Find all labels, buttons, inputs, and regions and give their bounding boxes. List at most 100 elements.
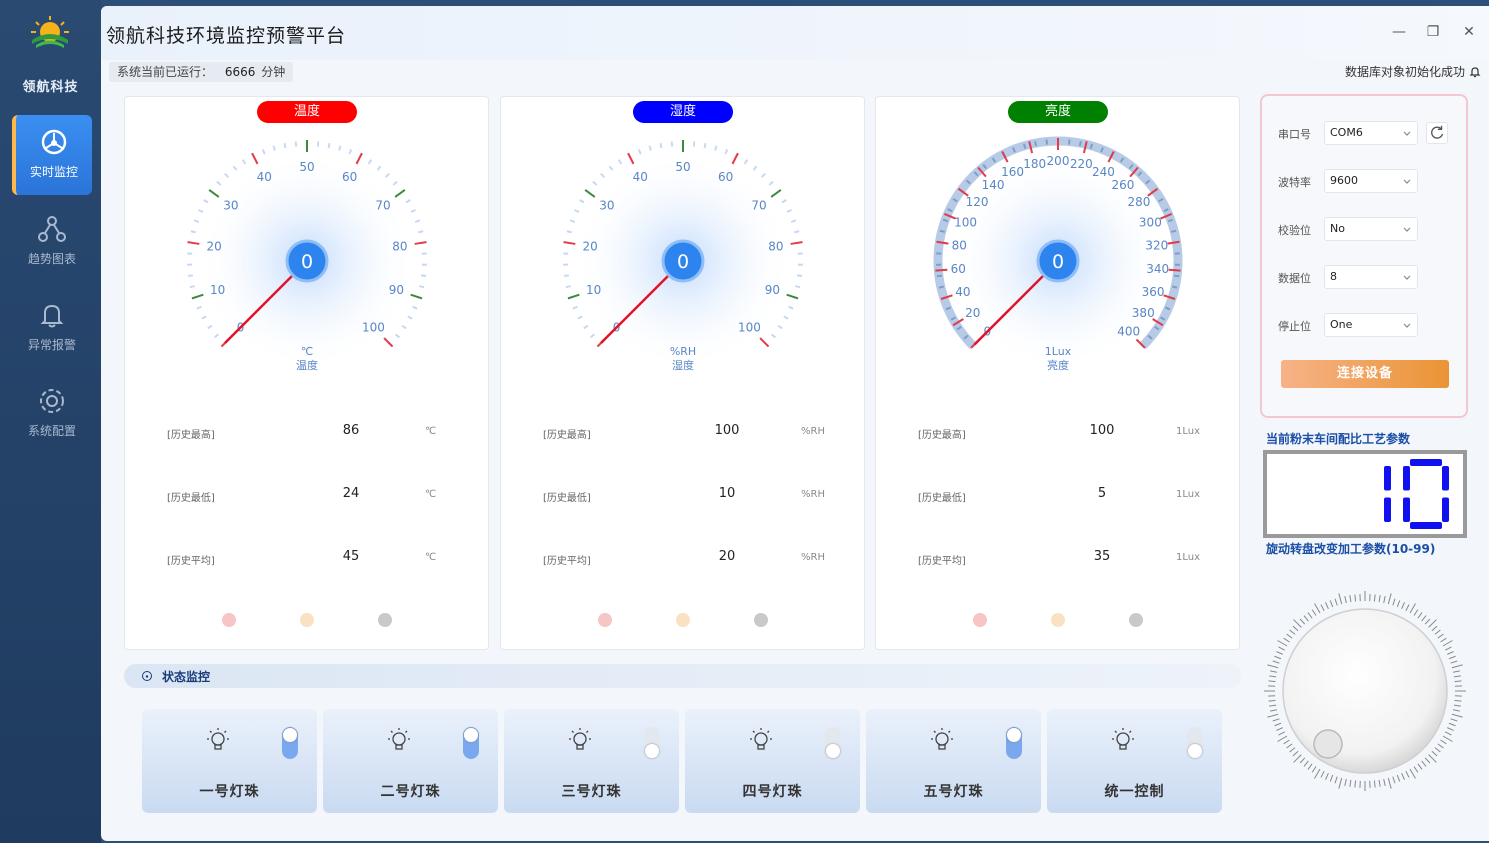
stat-label: [历史最低] xyxy=(543,493,591,504)
light-toggle[interactable] xyxy=(825,727,841,759)
gauge-tick-label: 50 xyxy=(675,160,690,174)
stat-value: 100 xyxy=(1089,423,1115,438)
stat-unit: %RH xyxy=(801,552,825,563)
nav-trend-chart[interactable]: 趋势图表 xyxy=(12,202,92,282)
humidity-panel: 湿度01020304050607080901000%RH湿度[历史最高]100%… xyxy=(500,96,865,650)
light-name: 三号灯珠 xyxy=(561,784,622,800)
alarm-lamp-red xyxy=(973,613,987,627)
logo-icon xyxy=(31,16,69,48)
light-toggle[interactable] xyxy=(282,727,298,759)
gauge-tick-label: 180 xyxy=(1023,157,1046,171)
gauge-tick-label: 60 xyxy=(718,170,733,184)
refresh-port-button[interactable] xyxy=(1426,122,1448,144)
gauge-tick-label: 20 xyxy=(583,239,598,253)
rotary-dial[interactable] xyxy=(1260,591,1470,791)
status-bar: 系统当前已运行： 6666 分钟 数据库对象初始化成功 xyxy=(109,62,1481,82)
dial-handle[interactable] xyxy=(1313,729,1343,759)
gauge-tick-label: 320 xyxy=(1145,238,1168,252)
light-card[interactable]: 一号灯珠 xyxy=(142,709,317,813)
stat-unit: ℃ xyxy=(425,426,437,437)
close-button[interactable]: ✕ xyxy=(1459,22,1479,42)
gauge-value: 0 xyxy=(1052,251,1064,273)
alarm-lamp-red xyxy=(222,613,236,627)
connect-device-button[interactable]: 连接设备 xyxy=(1281,360,1449,388)
light-toggle[interactable] xyxy=(463,727,479,759)
gauge-tick-label: 100 xyxy=(362,320,385,334)
gauge-tick-label: 30 xyxy=(223,199,238,213)
gauge-tick-label: 40 xyxy=(633,170,648,184)
light-card[interactable]: 三号灯珠 xyxy=(504,709,679,813)
stat-row: [历史平均] 45 ℃ xyxy=(125,549,490,569)
toggle-knob xyxy=(464,728,478,742)
stopbits-select[interactable]: One xyxy=(1324,313,1418,337)
light-card[interactable]: 二号灯珠 xyxy=(323,709,498,813)
alarm-lamp-grey xyxy=(754,613,768,627)
segment xyxy=(1403,466,1410,491)
light-toggle[interactable] xyxy=(644,727,660,759)
nav-label: 趋势图表 xyxy=(27,252,76,266)
restore-button[interactable]: ❐ xyxy=(1423,22,1443,42)
gauge-tick-label: 90 xyxy=(765,283,780,297)
nav-system-config[interactable]: 系统配置 xyxy=(12,374,92,454)
chevron-down-icon xyxy=(1403,275,1411,280)
gauge-tick-label: 80 xyxy=(952,238,967,252)
stat-row: [历史最高] 100 1Lux xyxy=(876,423,1241,443)
light-toggle[interactable] xyxy=(1187,727,1203,759)
run-time-value: 6666 xyxy=(224,65,256,79)
baud-select[interactable]: 9600 xyxy=(1324,169,1418,193)
toggle-knob xyxy=(826,744,840,758)
nav-alarm[interactable]: 异常报警 xyxy=(12,288,92,368)
stopbits-value: One xyxy=(1330,318,1353,331)
bulb-icon xyxy=(207,728,229,750)
port-select[interactable]: COM6 xyxy=(1324,121,1418,145)
gauge-tick-label: 70 xyxy=(375,199,390,213)
databits-select[interactable]: 8 xyxy=(1324,265,1418,289)
chevron-down-icon xyxy=(1403,179,1411,184)
gauge-tick-label: 400 xyxy=(1117,325,1140,339)
port-value: COM6 xyxy=(1330,126,1363,139)
toggle-knob xyxy=(283,728,297,742)
segment xyxy=(1442,466,1449,491)
gauge-value: 0 xyxy=(677,251,689,273)
nav-realtime-monitor[interactable]: 实时监控 xyxy=(12,115,92,195)
run-time-unit: 分钟 xyxy=(261,65,286,79)
stat-row: [历史最低] 24 ℃ xyxy=(125,486,490,506)
toggle-knob xyxy=(1188,744,1202,758)
alarm-lamp-red xyxy=(598,613,612,627)
chevron-down-icon xyxy=(1403,131,1411,136)
stat-row: [历史最高] 86 ℃ xyxy=(125,423,490,443)
light-toggle[interactable] xyxy=(1006,727,1022,759)
stat-label: [历史最高] xyxy=(543,430,591,441)
chevron-down-icon xyxy=(1403,227,1411,232)
gauge-dial: 01020304050607080901000%RH湿度 xyxy=(563,140,803,372)
minimize-button[interactable]: — xyxy=(1389,22,1409,42)
gauge-tick-label: 20 xyxy=(207,239,222,253)
alarm-lamp-orange xyxy=(1051,613,1065,627)
light-name: 四号灯珠 xyxy=(742,784,803,800)
stat-value: 35 xyxy=(1093,549,1111,564)
stat-unit: 1Lux xyxy=(1176,489,1201,500)
light-card[interactable]: 五号灯珠 xyxy=(866,709,1041,813)
segment xyxy=(1384,497,1391,522)
gauge-tick-label: 100 xyxy=(954,216,977,230)
light-card[interactable]: 统一控制 xyxy=(1047,709,1222,813)
gauge-name: 温度 xyxy=(296,358,318,372)
stat-unit: ℃ xyxy=(425,489,437,500)
parity-select[interactable]: No xyxy=(1324,217,1418,241)
gauge-title-pill: 湿度 xyxy=(633,101,733,123)
alarm-lamp-grey xyxy=(1129,613,1143,627)
light-card[interactable]: 四号灯珠 xyxy=(685,709,860,813)
stat-value: 24 xyxy=(342,486,360,501)
light-name: 二号灯珠 xyxy=(380,784,441,800)
gauge-tick-label: 10 xyxy=(586,283,601,297)
gauge-tick-label: 70 xyxy=(751,199,766,213)
segment xyxy=(1442,497,1449,522)
toggle-knob xyxy=(645,744,659,758)
stat-unit: %RH xyxy=(801,489,825,500)
gauge-tick-label: 10 xyxy=(210,283,225,297)
stat-row: [历史最高] 100 %RH xyxy=(501,423,866,443)
notification-bell-icon[interactable] xyxy=(1469,66,1481,78)
nav-label: 系统配置 xyxy=(27,424,76,438)
stat-label: [历史最低] xyxy=(918,493,966,504)
gauge-name: 湿度 xyxy=(672,358,694,372)
